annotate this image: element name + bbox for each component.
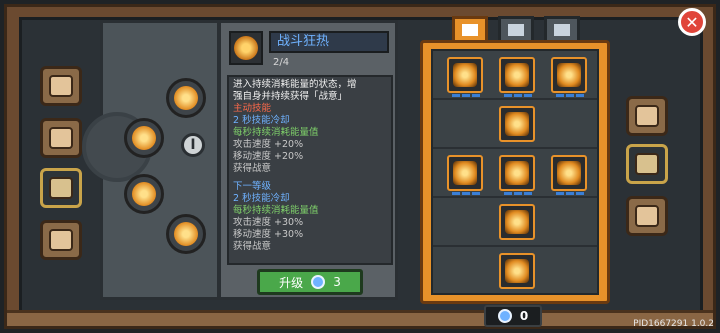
upgrade-cost: 3 <box>333 275 341 289</box>
next-attack-speed: 攻击速度 +30% <box>233 217 304 228</box>
close-button[interactable]: ✕ <box>678 8 706 36</box>
skill-node-top[interactable] <box>166 78 206 118</box>
next-level-header: 下一等级 <box>233 181 272 192</box>
tab-sword[interactable] <box>452 16 488 42</box>
talent-row <box>433 247 597 296</box>
chest-category-tab[interactable] <box>40 118 82 158</box>
skill-portrait <box>229 31 263 65</box>
talent-slot[interactable] <box>447 155 483 195</box>
skills-icon <box>49 177 73 199</box>
shield-talent-icon <box>557 161 581 185</box>
skill-type: 主动技能 <box>233 103 272 114</box>
sword-talent-icon <box>453 63 477 87</box>
tab-banner[interactable] <box>544 16 580 42</box>
talent-slot[interactable] <box>499 57 535 97</box>
skill-detail-panel: 战斗狂热 2/4 进入持续消耗能量的状态，增 强自身并持续获得「战意」 主动技能… <box>218 20 398 300</box>
aura-talent-icon <box>505 161 529 185</box>
skill-node-icon <box>174 222 198 246</box>
gear-icon <box>635 205 659 227</box>
gem-icon <box>497 309 512 323</box>
version-label: PID1667291 1.0.2 <box>633 319 714 329</box>
skill-node-bottom[interactable] <box>166 214 206 254</box>
gem-icon <box>311 275 326 289</box>
gear-category-tab[interactable] <box>626 196 668 236</box>
currency-amount: 0 <box>519 309 529 323</box>
talent-slot-selected[interactable] <box>499 253 535 289</box>
talent-tree-panel <box>420 40 610 304</box>
upgrade-label: 升级 <box>279 275 304 290</box>
description-line: 强自身并持续获得「战意」 <box>233 91 348 102</box>
crescent-talent-icon <box>505 63 529 87</box>
talent-pips <box>556 192 584 195</box>
heal-talent-icon <box>557 63 581 87</box>
current-energy-cost: 每秒持续消耗能量值 <box>233 127 319 138</box>
crossed-swords-icon <box>635 153 659 175</box>
armor-icon <box>508 24 524 36</box>
talent-slot[interactable] <box>447 57 483 97</box>
chest-icon <box>49 127 73 149</box>
talent-row <box>433 149 597 198</box>
helmet-category-tab[interactable] <box>626 96 668 136</box>
skill-node-icon <box>132 182 156 206</box>
talent-pips <box>556 94 584 97</box>
skill-node-icon <box>132 126 156 150</box>
banner-icon <box>554 24 570 36</box>
current-gain: 获得战意 <box>233 163 272 174</box>
talent-pips <box>452 94 480 97</box>
talent-pips <box>452 192 480 195</box>
talent-slot[interactable] <box>551 155 587 195</box>
current-cooldown: 2 秒技能冷却 <box>233 115 290 126</box>
bottom-plank <box>7 310 713 326</box>
sword-icon <box>462 24 478 36</box>
tab-armor[interactable] <box>498 16 534 42</box>
battle-frenzy-icon <box>505 259 529 283</box>
dash-talent-icon <box>505 210 529 234</box>
description-line: 进入持续消耗能量的状态，增 <box>233 79 357 90</box>
wheel-category-tab[interactable] <box>40 220 82 260</box>
skill-title: 战斗狂热 <box>269 31 389 53</box>
talent-grid <box>431 49 599 295</box>
battle-frenzy-icon <box>234 36 258 60</box>
current-move-speed: 移动速度 +20% <box>233 151 304 162</box>
skill-node-left-upper[interactable] <box>124 118 164 158</box>
shadow-talent-icon <box>453 161 477 185</box>
upgrade-button[interactable]: 升级 3 <box>257 269 363 295</box>
talent-pips <box>504 192 532 195</box>
talent-slot[interactable] <box>499 155 535 195</box>
talent-row <box>433 100 597 149</box>
talent-slot[interactable] <box>499 204 535 240</box>
wheel-icon <box>49 229 73 251</box>
skill-description: 进入持续消耗能量的状态，增 强自身并持续获得「战意」 主动技能 2 秒技能冷却 … <box>227 75 393 265</box>
talent-slot[interactable] <box>499 106 535 142</box>
talent-slot[interactable] <box>551 57 587 97</box>
currency-display: 0 <box>484 305 542 327</box>
talent-row <box>433 51 597 100</box>
skill-node-icon <box>174 86 198 110</box>
skills-category-tab[interactable] <box>40 168 82 208</box>
talent-row <box>433 198 597 247</box>
current-attack-speed: 攻击速度 +20% <box>233 139 304 150</box>
helmet-icon <box>635 105 659 127</box>
next-cooldown: 2 秒技能冷却 <box>233 193 290 204</box>
book-category-tab[interactable] <box>40 66 82 106</box>
weapons-category-tab[interactable] <box>626 144 668 184</box>
book-icon <box>49 75 73 97</box>
next-energy-cost: 每秒持续消耗能量值 <box>233 205 319 216</box>
skill-node-left-lower[interactable] <box>124 174 164 214</box>
tier-badge: I <box>181 133 205 157</box>
skill-level: 2/4 <box>273 57 290 68</box>
slash-talent-icon <box>505 112 529 136</box>
talent-pips <box>504 94 532 97</box>
next-gain: 获得战意 <box>233 241 272 252</box>
next-move-speed: 移动速度 +30% <box>233 229 304 240</box>
